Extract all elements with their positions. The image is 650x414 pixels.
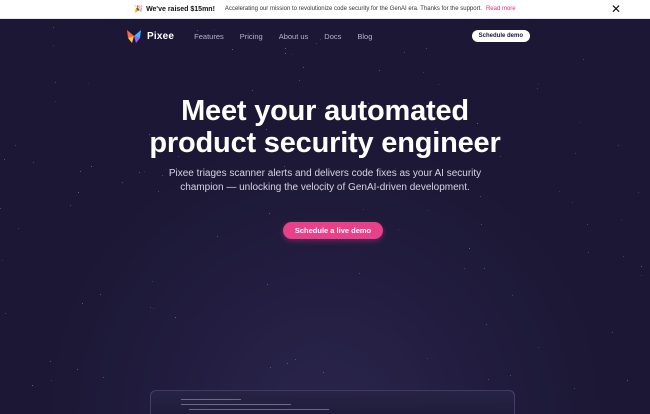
star-dot	[295, 359, 296, 360]
nav-link-docs[interactable]: Docs	[324, 32, 341, 41]
nav-link-about-us[interactable]: About us	[279, 32, 309, 41]
star-dot	[32, 385, 33, 386]
star-dot	[252, 90, 253, 91]
star-dot	[469, 248, 470, 249]
hero-section: Pixee Features Pricing About us Docs Blo…	[0, 19, 650, 414]
star-dot	[55, 82, 56, 83]
star-dot	[303, 67, 304, 68]
star-dot	[53, 27, 54, 28]
star-dot	[150, 307, 151, 308]
star-dot	[175, 317, 176, 318]
star-dot	[623, 256, 624, 257]
star-dot	[53, 45, 54, 46]
star-dot	[480, 196, 481, 197]
top-navigation: Pixee Features Pricing About us Docs Blo…	[126, 28, 530, 44]
star-dot	[481, 224, 482, 225]
star-dot	[291, 54, 292, 55]
starfield-background	[0, 19, 650, 414]
star-dot	[270, 367, 271, 368]
star-dot	[427, 358, 428, 359]
headline-line-2: product security engineer	[149, 127, 501, 159]
subheadline-line-1: Pixee triages scanner alerts and deliver…	[168, 168, 482, 179]
star-dot	[621, 219, 622, 220]
star-dot	[4, 159, 5, 160]
star-dot	[50, 361, 51, 362]
star-dot	[152, 281, 153, 282]
star-dot	[5, 313, 6, 314]
star-dot	[153, 308, 154, 309]
star-dot	[428, 210, 429, 211]
star-dot	[464, 268, 465, 269]
star-dot	[423, 72, 424, 73]
star-dot	[82, 303, 83, 304]
star-dot	[488, 379, 489, 380]
star-dot	[572, 202, 573, 203]
star-dot	[587, 224, 588, 225]
star-dot	[88, 83, 89, 84]
star-dot	[641, 266, 642, 267]
funding-headline: We've raised $15mn!	[146, 5, 215, 13]
star-dot	[232, 49, 233, 50]
nav-link-pricing[interactable]: Pricing	[240, 32, 263, 41]
star-dot	[398, 229, 399, 230]
code-preview-window	[150, 390, 515, 414]
star-dot	[267, 284, 268, 285]
star-dot	[512, 295, 513, 296]
star-dot	[583, 59, 584, 60]
star-dot	[588, 252, 589, 253]
star-dot	[627, 380, 628, 381]
brand-name: Pixee	[147, 30, 175, 42]
star-dot	[285, 48, 286, 49]
star-dot	[574, 388, 575, 389]
schedule-live-demo-button[interactable]: Schedule a live demo	[283, 222, 383, 239]
star-dot	[18, 228, 19, 229]
star-dot	[612, 332, 613, 333]
star-dot	[510, 375, 511, 376]
brand-logo[interactable]: Pixee	[126, 28, 174, 44]
star-dot	[363, 209, 364, 210]
nav-links: Features Pricing About us Docs Blog	[194, 32, 372, 41]
announcement-message: Accelerating our mission to revolutioniz…	[224, 6, 482, 12]
nav-link-features[interactable]: Features	[194, 32, 224, 41]
star-dot	[103, 377, 104, 378]
star-dot	[438, 84, 439, 85]
subheadline-line-2: champion — unlocking the velocity of Gen…	[180, 182, 470, 193]
star-dot	[285, 53, 286, 54]
star-dot	[484, 268, 485, 269]
star-dot	[70, 205, 71, 206]
star-dot	[51, 380, 52, 381]
nav-link-blog[interactable]: Blog	[357, 32, 372, 41]
star-dot	[2, 260, 3, 261]
star-dot	[641, 275, 642, 276]
star-dot	[538, 347, 539, 348]
star-dot	[426, 48, 427, 49]
star-dot	[486, 324, 487, 325]
announcement-bar: 🎉 We've raised $15mn! Accelerating our m…	[0, 0, 650, 19]
headline-line-1: Meet your automated	[181, 95, 469, 127]
party-popper-icon: 🎉	[134, 6, 144, 13]
read-more-link[interactable]: Read more	[486, 6, 516, 12]
star-dot	[323, 372, 324, 373]
star-dot	[379, 70, 380, 71]
hero-headline: Meet your automated product security eng…	[0, 95, 650, 159]
close-icon[interactable]: ✕	[610, 3, 622, 15]
star-dot	[33, 162, 34, 163]
star-dot	[299, 80, 300, 81]
star-dot	[100, 294, 101, 295]
star-dot	[537, 88, 538, 89]
star-dot	[217, 236, 218, 237]
star-dot	[0, 208, 1, 209]
star-dot	[269, 213, 270, 214]
hero-subheadline: Pixee triages scanner alerts and deliver…	[0, 167, 650, 195]
star-dot	[287, 363, 288, 364]
star-dot	[359, 273, 360, 274]
star-dot	[538, 84, 539, 85]
schedule-demo-button[interactable]: Schedule demo	[471, 30, 530, 42]
star-dot	[404, 52, 405, 53]
star-dot	[77, 369, 78, 370]
pixee-logo-icon	[127, 30, 141, 43]
